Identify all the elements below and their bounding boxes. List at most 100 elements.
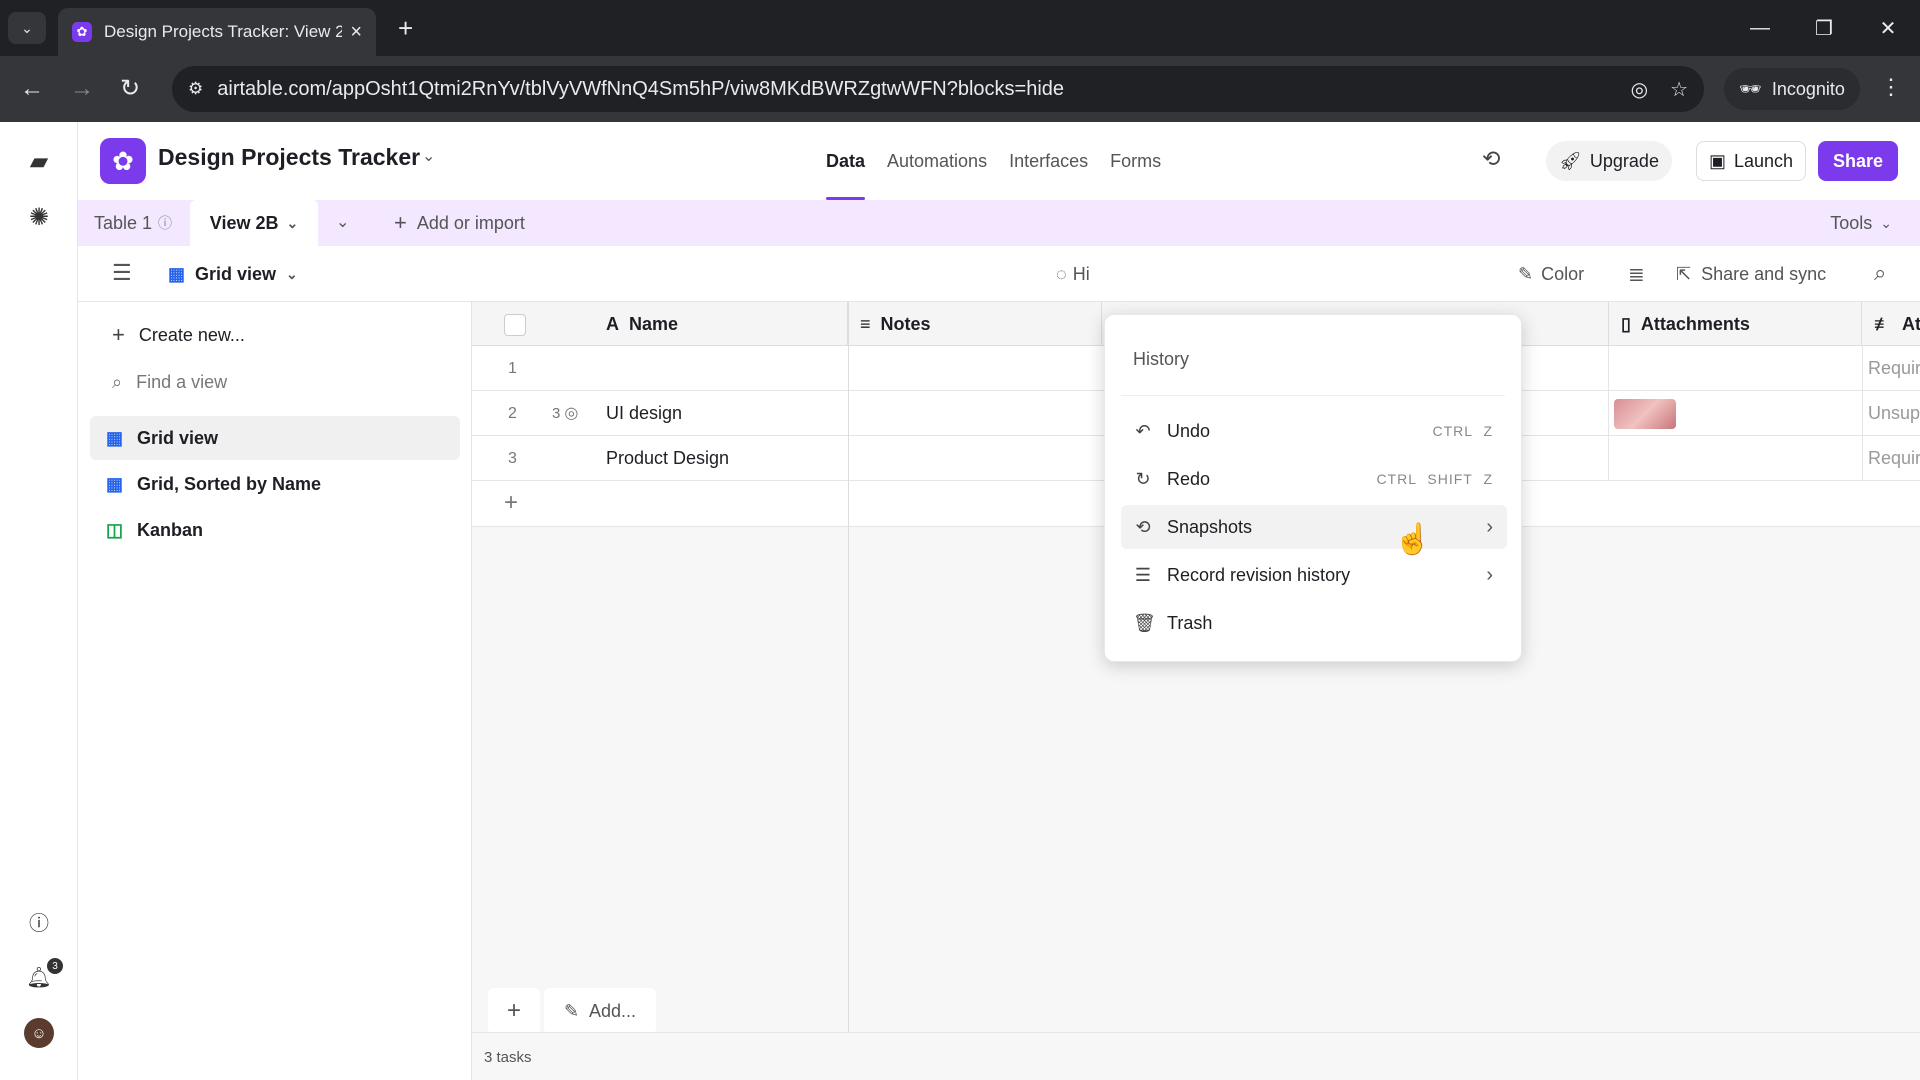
find-view-input[interactable]: ⌕ Find a view [112,372,227,393]
omnibox[interactable]: ⚙ airtable.com/appOsht1Qtmi2RnYv/tblVyVW… [172,66,1704,112]
base-title[interactable]: Design Projects Tracker [158,144,420,171]
add-or-import-button[interactable]: + Add or import [394,200,525,246]
restore-icon[interactable]: ❐ [1792,0,1856,56]
hide-fields-label: Hi [1072,263,1090,284]
incognito-icon: 🕶 [1739,78,1762,99]
plus-icon: + [504,489,519,516]
row-status[interactable]: Requir [1868,358,1920,379]
more-tables-chevron-icon[interactable]: ⌄ [336,212,349,232]
history-icon[interactable]: ⟲ [1482,146,1500,172]
url-text[interactable]: airtable.com/appOsht1Qtmi2RnYv/tblVyVWfN… [217,78,1608,101]
base-icon[interactable]: ✿ [100,138,146,184]
column-header-attachments[interactable]: ▯ Attachments [1608,302,1862,346]
tab-automations[interactable]: Automations [887,122,987,200]
eye-off-icon[interactable]: ◎ [1631,77,1648,102]
snapshot-history-icon: ⟲ [1135,516,1151,537]
share-and-sync-button[interactable]: ⇱ Share and sync [1676,246,1826,302]
create-new-view-button[interactable]: + Create new... [112,322,245,348]
browser-menu-icon[interactable]: ⋮ [1880,74,1902,100]
upgrade-label: Upgrade [1589,150,1659,171]
undo-icon: ↶ [1135,420,1151,441]
add-with-ai-button[interactable]: ✎ Add... [544,988,656,1034]
field-icon: ≢ [1874,313,1892,334]
incognito-badge[interactable]: 🕶 Incognito [1724,68,1860,110]
row-name[interactable]: Product Design [606,448,729,469]
row-height-icon[interactable]: ≣ [1628,262,1645,287]
column-label: At [1902,313,1920,334]
sidebar-item-grid-view[interactable]: ▦ Grid view [90,416,460,460]
sidebar-item-label: Kanban [137,519,204,540]
tab-close-icon[interactable]: × [350,21,362,44]
airtable-favicon-icon: ✿ [72,22,92,42]
hide-fields-button[interactable]: ◌ Hi [1056,246,1090,302]
sidebar-item-label: Grid view [137,427,219,448]
cell-divider [1862,391,1863,436]
share-sync-icon: ⇱ [1676,263,1692,284]
share-button[interactable]: Share [1818,141,1898,181]
site-info-icon[interactable]: ⚙ [188,79,203,99]
tab-forms[interactable]: Forms [1110,122,1161,200]
browser-tab[interactable]: ✿ Design Projects Tracker: View 2B × [58,8,376,56]
avatar[interactable]: ☺ [24,1018,54,1048]
minimize-icon[interactable]: — [1728,0,1792,56]
menu-item-trash[interactable]: 🗑︎ Trash [1121,601,1507,645]
menu-item-shortcut: CTRL Z [1432,423,1493,439]
view-switcher[interactable]: ▦ Grid view ⌄ [168,246,298,302]
reload-icon[interactable]: ↻ [120,76,140,102]
tab-interfaces[interactable]: Interfaces [1009,122,1088,200]
back-icon[interactable]: ← [20,76,44,102]
forward-icon[interactable]: → [70,76,94,102]
sidebar-item-kanban[interactable]: ◫ Kanban [90,508,460,552]
column-header-at[interactable]: ≢ At [1862,302,1920,346]
search-icon[interactable]: ⌕ [1874,260,1886,286]
row-status[interactable]: Requir [1868,448,1920,469]
cell-divider [1608,436,1609,481]
menu-item-label: Undo [1167,420,1211,441]
cell-divider [1862,436,1863,481]
menu-item-redo[interactable]: ↻ Redo CTRL SHIFT Z [1121,457,1507,501]
grid-icon: ▦ [168,263,186,284]
table-tab[interactable]: Table 1 ⓘ [94,200,172,246]
view-tab[interactable]: View 2B ⌄ [190,200,318,246]
menu-item-record-revision-history[interactable]: ☰ Record revision history › [1121,553,1507,597]
bookmark-star-icon[interactable]: ☆ [1670,77,1688,102]
table-bar: Table 1 ⓘ View 2B ⌄ ⌄ + Add or import To… [78,200,1920,246]
color-button[interactable]: ✎ Color [1518,246,1584,302]
top-nav-tabs: Data Automations Interfaces Forms [826,122,1161,200]
column-header-notes[interactable]: ≡ Notes [848,302,1102,346]
trash-icon: 🗑︎ [1133,612,1156,633]
chevron-down-icon: ⌄ [286,265,298,282]
sidebar-toggle-icon[interactable]: ☰ [112,260,132,286]
tools-button[interactable]: Tools ⌄ [1830,200,1892,246]
add-or-import-label: Add or import [416,212,525,233]
menu-item-label: Trash [1167,612,1213,633]
workspace-icon[interactable]: ✺ [24,202,54,232]
attachment-thumbnail[interactable] [1614,399,1676,429]
menu-item-undo[interactable]: ↶ Undo CTRL Z [1121,409,1507,453]
launch-button[interactable]: ▣ Launch [1696,141,1806,181]
attachment-icon: ▯ [1621,313,1631,334]
browser-tab-title: Design Projects Tracker: View 2B [104,22,343,41]
help-icon[interactable]: ⓘ [24,906,54,936]
comment-icon: ◎ [564,405,579,422]
tab-search-icon[interactable]: ⌄ [8,12,46,44]
upgrade-button[interactable]: 🚀︎ Upgrade [1546,141,1672,181]
add-record-button[interactable]: + [488,988,540,1034]
chevron-down-icon[interactable]: ⌄ [422,146,435,166]
close-window-icon[interactable]: ✕ [1856,0,1920,56]
menu-item-snapshots[interactable]: ⟲ Snapshots › [1121,505,1507,549]
tab-data[interactable]: Data [826,122,866,200]
column-header-name[interactable]: A Name [594,302,848,346]
new-tab-icon[interactable]: + [398,14,413,42]
comment-count-value: 3 [552,404,561,422]
row-status[interactable]: Unsup [1868,403,1920,424]
table-tab-label: Table 1 [94,212,153,233]
comment-count[interactable]: 3 ◎ [552,403,578,423]
rocket-icon: 🚀︎ [1559,150,1582,171]
select-all-checkbox[interactable] [504,314,526,336]
window-controls: — ❐ ✕ [1728,0,1920,56]
sidebar-item-grid-sorted[interactable]: ▦ Grid, Sorted by Name [90,462,460,506]
row-name[interactable]: UI design [606,403,682,424]
row-number: 2 [508,405,517,422]
airtable-logo-icon[interactable]: ▰ [24,146,54,176]
